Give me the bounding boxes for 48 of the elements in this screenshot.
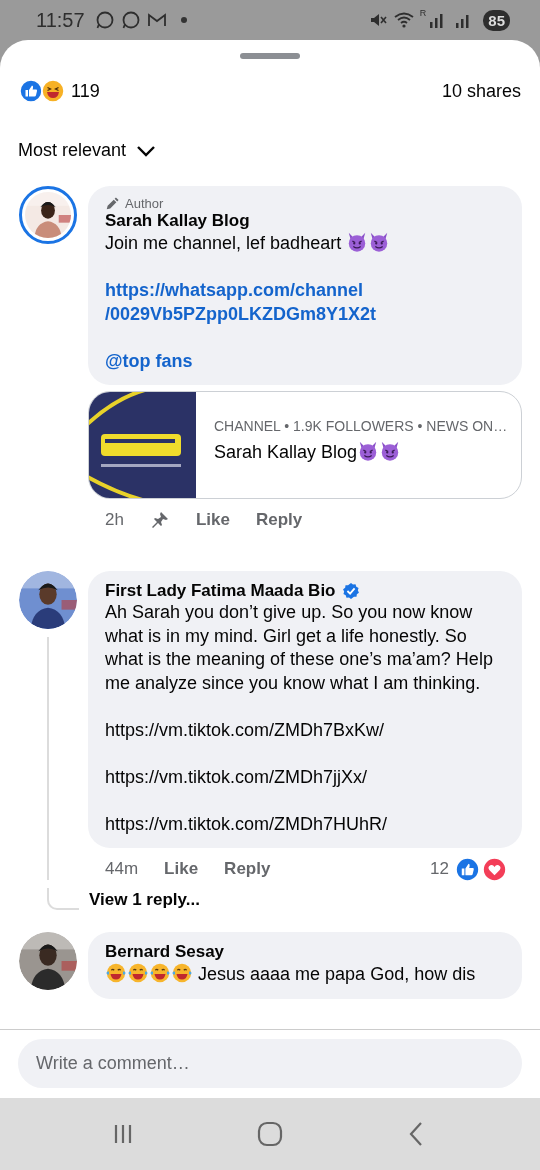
reaction-count: 12 xyxy=(430,859,449,879)
comment-time: 2h xyxy=(105,510,124,530)
like-reaction-icon xyxy=(455,856,480,882)
comment-input[interactable]: Write a comment… xyxy=(18,1039,522,1088)
drag-handle[interactable] xyxy=(240,53,300,59)
comment-text: Ah Sarah you don’t give up. So you now know what is in my mind. Girl get a life honestly. So what is the meaning of these one’s ma’am? Help me analyze since you know what I am thinking. xyxy=(105,601,494,695)
commenter-name[interactable]: Sarah Kallay Blog xyxy=(105,211,250,231)
love-reaction-icon xyxy=(482,856,507,882)
comment-action[interactable]: Reply xyxy=(255,510,303,530)
laughing-tears-emoji-icon xyxy=(171,962,193,984)
laughing-tears-emoji-icon xyxy=(149,962,171,984)
comment-text: Jesus aaaa me papa God, how dis xyxy=(105,962,496,987)
battery-level: 85 xyxy=(483,9,510,31)
wifi-icon xyxy=(393,10,414,30)
like-reaction-icon xyxy=(19,79,43,103)
comment-text: https://vm.tiktok.com/ZMDh7HUhR/ xyxy=(105,812,389,836)
chat-app-icon xyxy=(120,10,141,30)
laughing-tears-emoji-icon xyxy=(105,962,127,984)
link-preview-card[interactable]: CHANNEL • 1.9K FOLLOWERS • NEWS ON… Sarah Kallay Blog xyxy=(88,391,522,499)
chat-app-icon xyxy=(94,10,115,30)
thread-connector xyxy=(47,888,79,910)
sort-dropdown[interactable]: Most relevant xyxy=(18,140,157,161)
clock: 11:57 xyxy=(36,8,85,32)
comment-text: https://vm.tiktok.com/ZMDh7BxKw/ xyxy=(105,718,386,742)
comment-link[interactable]: https://whatsapp.com/channel /0029Vb5PZpp0LKZDGm8Y1X2t xyxy=(105,279,496,326)
notification-dot xyxy=(180,17,187,23)
shares-count[interactable]: 10 shares xyxy=(441,80,521,102)
commenter-name[interactable]: First Lady Fatima Maada Bio xyxy=(105,581,336,601)
avatar[interactable] xyxy=(19,186,77,244)
pen-icon xyxy=(105,196,119,211)
chevron-down-icon xyxy=(136,143,157,158)
comment-text: Join me channel, lef badheart xyxy=(105,231,496,256)
haha-reaction-icon xyxy=(41,79,65,103)
preview-meta: CHANNEL • 1.9K FOLLOWERS • NEWS ON… xyxy=(214,418,505,434)
comment-link[interactable]: @top fans xyxy=(105,349,496,373)
author-label: Author xyxy=(125,196,164,211)
comment-time: 44m xyxy=(105,859,139,879)
comment-action[interactable]: Reply xyxy=(224,859,271,879)
preview-title: Sarah Kallay Blog xyxy=(214,440,505,463)
roaming-indicator: R xyxy=(419,8,427,18)
laughing-tears-emoji-icon xyxy=(127,962,149,984)
comment-action[interactable]: Like xyxy=(164,859,199,879)
comment-text: https://vm.tiktok.com/ZMDh7jjXx/ xyxy=(105,765,369,789)
home-icon[interactable] xyxy=(256,1120,284,1148)
reaction-count[interactable]: 119 xyxy=(71,80,100,102)
commenter-name[interactable]: Bernard Sesay xyxy=(105,942,225,962)
comment-action[interactable]: Like xyxy=(195,510,230,530)
view-replies-link[interactable]: View 1 reply... xyxy=(79,890,200,910)
